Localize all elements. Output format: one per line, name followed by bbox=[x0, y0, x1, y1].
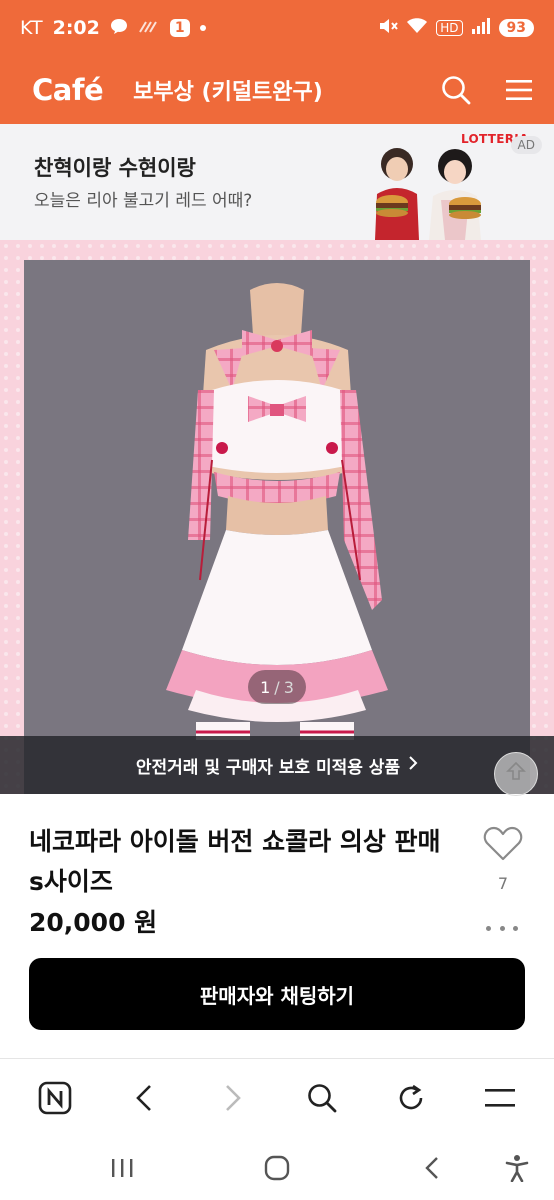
app-header: Café 보부상 (키덜트완구) bbox=[0, 56, 554, 124]
chat-notification-icon bbox=[110, 17, 128, 40]
refresh-icon[interactable] bbox=[386, 1073, 436, 1123]
recent-apps-icon[interactable] bbox=[102, 1150, 142, 1186]
clock: 2:02 bbox=[52, 17, 100, 39]
system-nav bbox=[0, 1136, 554, 1200]
more-options-icon[interactable] bbox=[486, 922, 518, 934]
ad-badge: AD bbox=[510, 136, 542, 154]
battery-indicator: 93 bbox=[498, 19, 534, 37]
ad-image bbox=[345, 136, 515, 244]
search-icon[interactable] bbox=[297, 1073, 347, 1123]
search-icon[interactable] bbox=[440, 74, 472, 106]
notification-count-badge: 1 bbox=[169, 19, 190, 37]
image-separator: / bbox=[274, 677, 280, 697]
like-count: 7 bbox=[497, 874, 509, 893]
image-page-counter: 1/3 bbox=[248, 670, 306, 704]
ad-banner[interactable]: 찬혁이랑 수현이랑 오늘은 리아 불고기 레드 어때? LOTTERIA AD bbox=[0, 124, 554, 240]
signal-activity-icon bbox=[138, 17, 160, 39]
wifi-icon bbox=[406, 17, 428, 40]
naver-home-icon[interactable] bbox=[30, 1073, 80, 1123]
product-image[interactable] bbox=[0, 240, 554, 794]
status-bar: KT 2:02 1 HD 93 bbox=[0, 0, 554, 56]
cafe-name[interactable]: 보부상 (키덜트완구) bbox=[133, 74, 323, 106]
home-icon[interactable] bbox=[257, 1150, 297, 1186]
chevron-right-icon bbox=[408, 755, 418, 776]
image-current-index: 1 bbox=[260, 677, 271, 697]
cafe-logo[interactable]: Café bbox=[32, 73, 104, 107]
chat-with-seller-button[interactable]: 판매자와 채팅하기 bbox=[29, 958, 525, 1030]
safety-notice-text: 안전거래 및 구매자 보호 미적용 상품 bbox=[135, 757, 401, 778]
menu-icon[interactable] bbox=[504, 77, 534, 103]
mute-icon bbox=[378, 17, 399, 40]
browser-nav bbox=[0, 1058, 554, 1136]
forward-icon[interactable] bbox=[208, 1073, 258, 1123]
like-button[interactable]: 7 bbox=[481, 826, 525, 893]
carrier-label: KT bbox=[20, 17, 43, 39]
ad-title: 찬혁이랑 수현이랑 bbox=[34, 156, 196, 180]
cell-signal-icon bbox=[471, 17, 491, 40]
scroll-top-button[interactable] bbox=[494, 752, 538, 796]
status-left: KT 2:02 1 bbox=[20, 17, 206, 40]
product-title: 네코파라 아이돌 버전 쇼콜라 의상 판매 s사이즈 bbox=[29, 827, 441, 896]
image-total-count: 3 bbox=[283, 677, 294, 697]
ad-subtitle: 오늘은 리아 불고기 레드 어때? bbox=[34, 191, 253, 211]
menu-icon[interactable] bbox=[475, 1073, 525, 1123]
safety-notice-bar[interactable]: 안전거래 및 구매자 보호 미적용 상품 bbox=[0, 736, 554, 794]
product-price: 20,000 원 bbox=[29, 908, 158, 937]
accessibility-icon[interactable] bbox=[497, 1150, 537, 1186]
arrow-up-icon bbox=[506, 761, 526, 787]
status-right: HD 93 bbox=[378, 17, 534, 40]
heart-icon bbox=[483, 826, 523, 866]
back-icon[interactable] bbox=[119, 1073, 169, 1123]
back-icon[interactable] bbox=[412, 1150, 452, 1186]
header-actions bbox=[440, 74, 534, 106]
hd-network-label: HD bbox=[436, 20, 463, 36]
status-dot bbox=[199, 25, 206, 31]
